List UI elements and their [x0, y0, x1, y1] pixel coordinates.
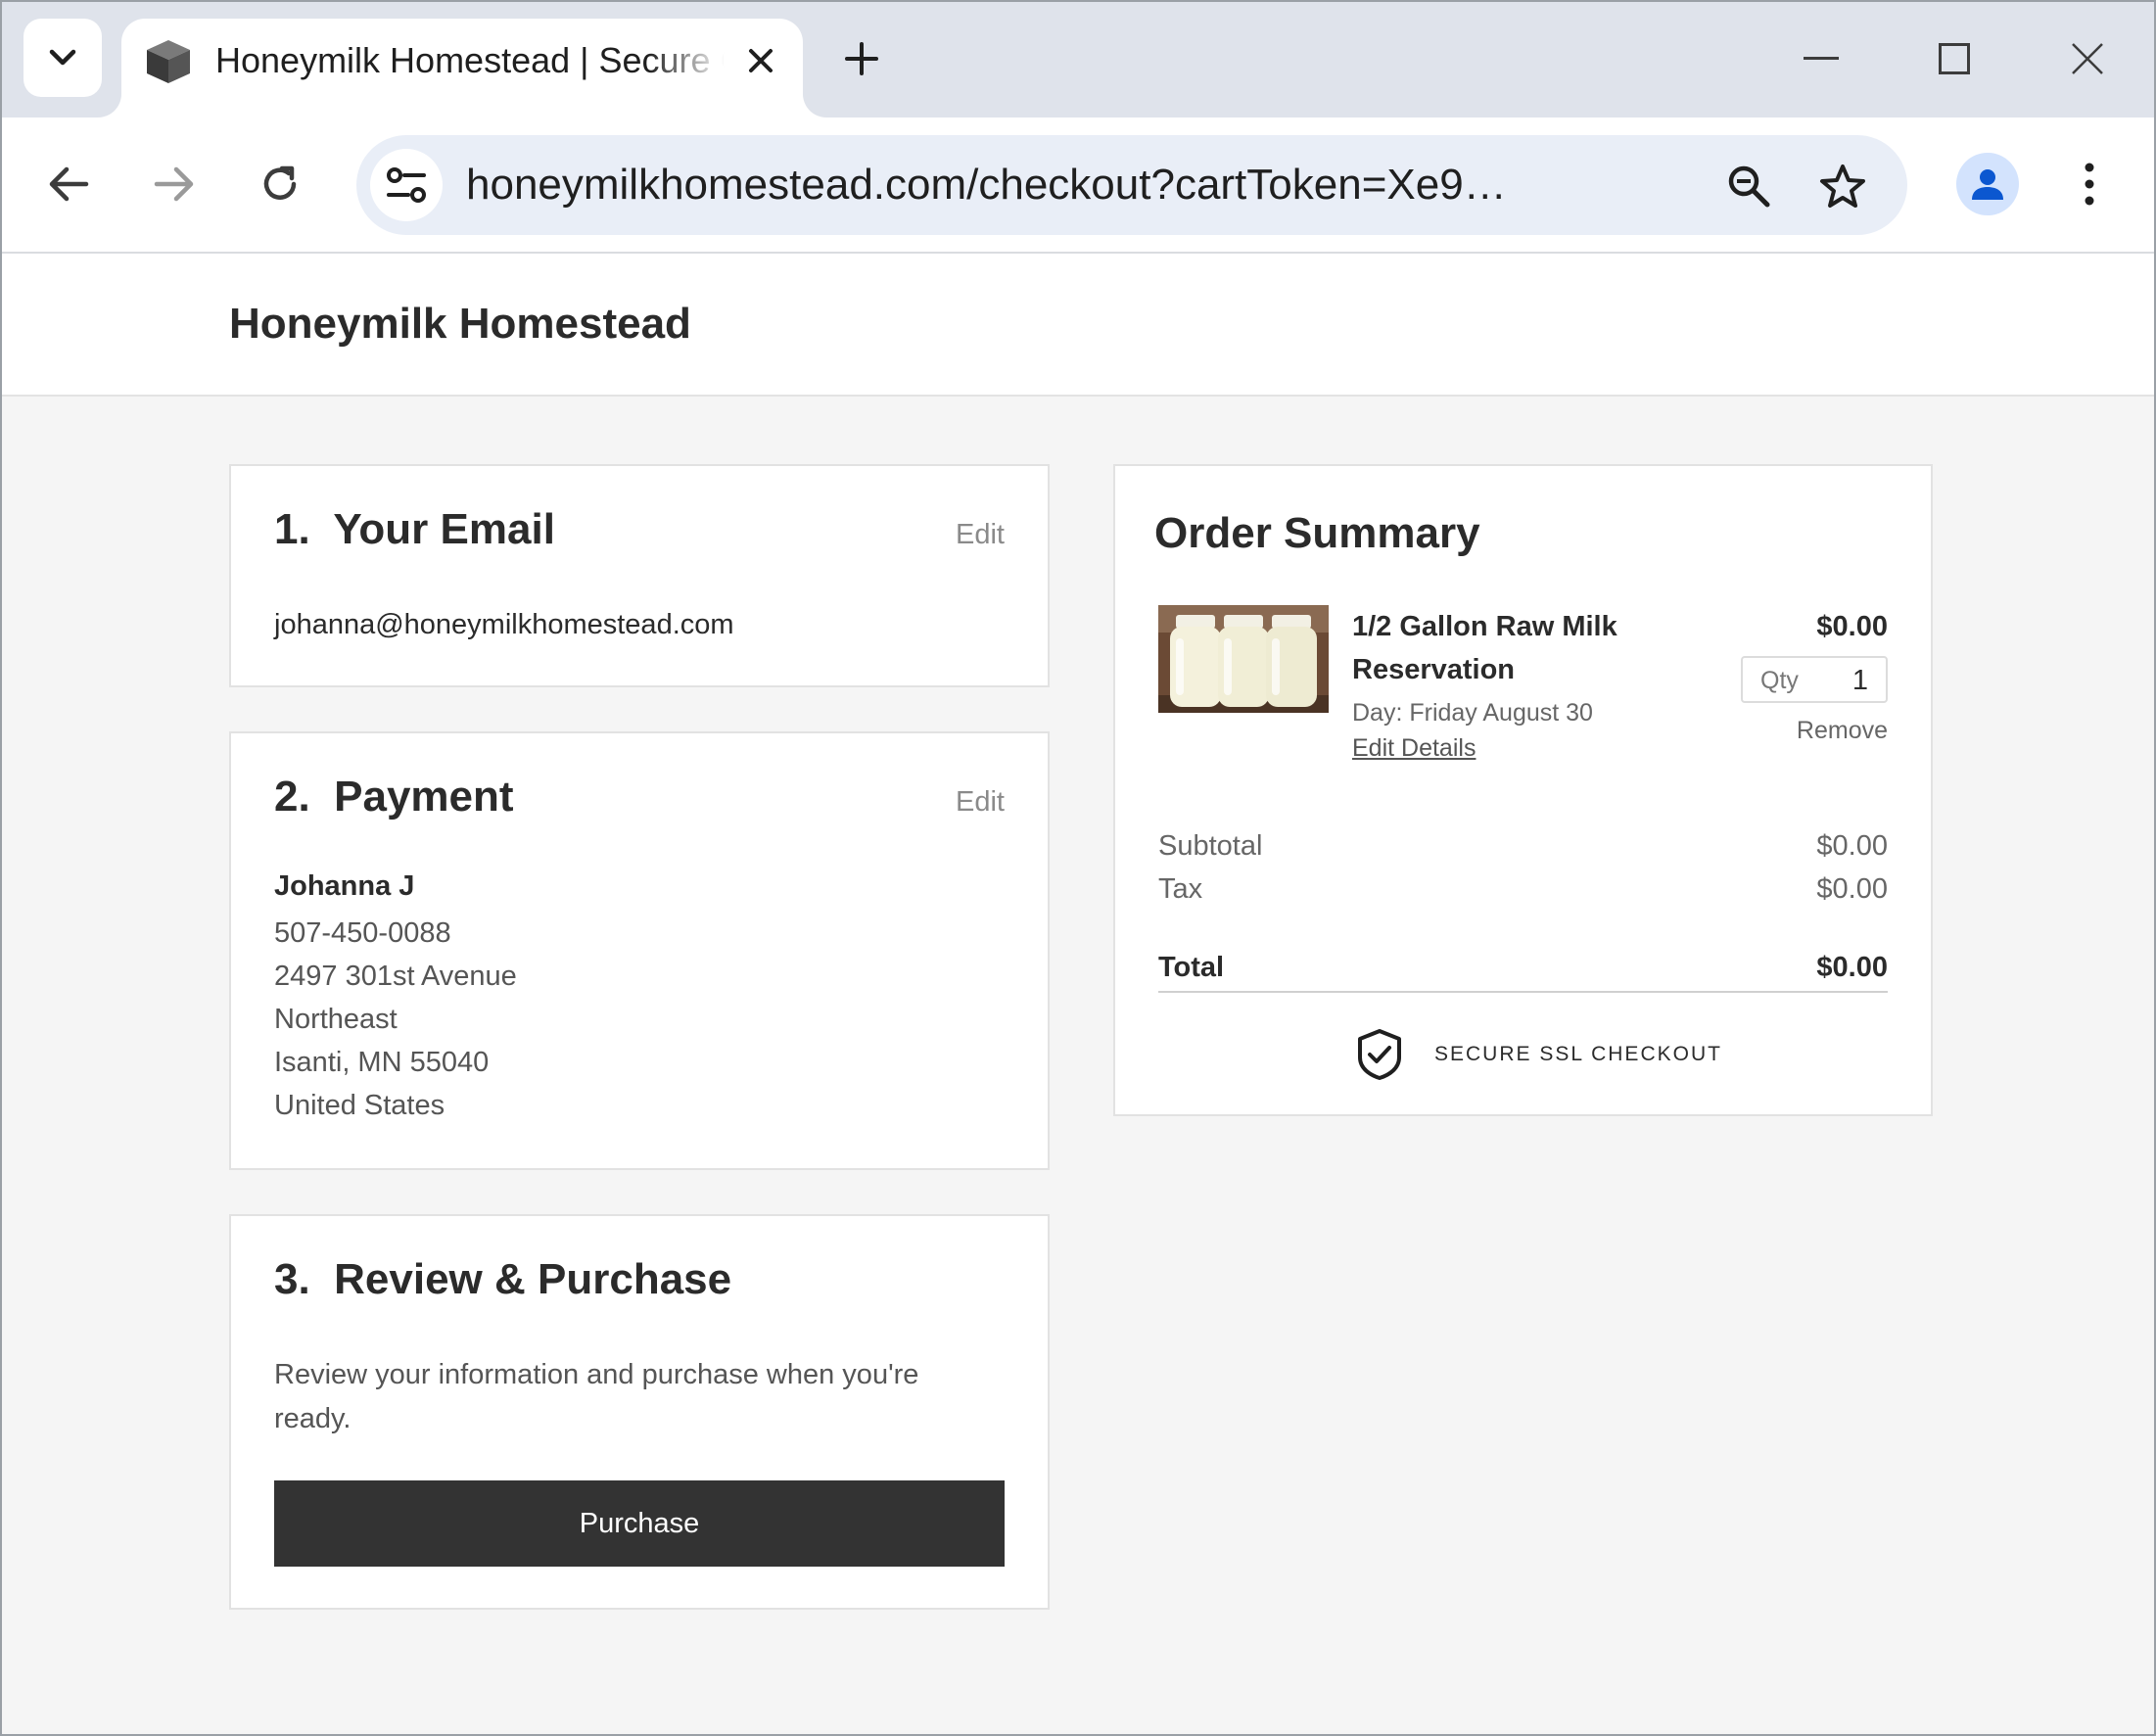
- payment-name: Johanna J: [274, 870, 415, 902]
- payment-section: 2. Payment Edit Johanna J 507-450-0088 2…: [229, 731, 1050, 1170]
- shield-check-icon: [1358, 1029, 1401, 1080]
- site-header: Honeymilk Homestead: [2, 254, 2154, 397]
- back-button[interactable]: [37, 153, 100, 215]
- active-tab[interactable]: Honeymilk Homestead | Secure Checkout: [121, 19, 803, 117]
- profile-button[interactable]: [1956, 153, 2019, 215]
- edit-details-link[interactable]: Edit Details: [1352, 732, 1476, 764]
- payment-edit-link[interactable]: Edit: [956, 784, 1005, 820]
- zoom-icon: [1728, 165, 1770, 208]
- quantity-value[interactable]: 1: [1852, 664, 1868, 697]
- tax-value: $0.00: [1816, 873, 1888, 905]
- payment-city-state-zip: Isanti, MN 55040: [274, 1047, 490, 1078]
- tax-label: Tax: [1158, 873, 1203, 905]
- tab-search-button[interactable]: [23, 19, 102, 97]
- product-name: 1/2 Gallon Raw Milk Reservation: [1352, 611, 1617, 685]
- browser-menu-button[interactable]: [2062, 153, 2117, 215]
- order-summary-title: Order Summary: [1154, 509, 1480, 557]
- reload-button[interactable]: [249, 153, 311, 215]
- minimize-icon: [1804, 57, 1839, 60]
- subtotal-value: $0.00: [1816, 830, 1888, 862]
- maximize-icon: [1939, 43, 1970, 74]
- url-text[interactable]: honeymilkhomestead.com/checkout?cartToke…: [466, 159, 1533, 211]
- payment-phone: 507-450-0088: [274, 917, 451, 949]
- subtotal-label: Subtotal: [1158, 830, 1263, 862]
- reload-icon: [263, 165, 297, 200]
- total-label: Total: [1158, 952, 1225, 983]
- site-name[interactable]: Honeymilk Homestead: [229, 297, 691, 352]
- avatar-icon: [1972, 169, 2003, 200]
- cube-favicon-icon: [147, 40, 190, 83]
- review-section: 3. Review & Purchase Review your informa…: [229, 1214, 1050, 1610]
- email-value: johanna@honeymilkhomestead.com: [274, 609, 734, 640]
- site-info-button[interactable]: [370, 149, 443, 221]
- payment-address-line-2: Northeast: [274, 1004, 398, 1035]
- minimize-button[interactable]: [1782, 22, 1860, 96]
- email-edit-link[interactable]: Edit: [956, 517, 1005, 552]
- payment-address-line-1: 2497 301st Avenue: [274, 961, 517, 992]
- arrow-left-icon: [49, 166, 89, 202]
- arrow-right-icon: [154, 166, 194, 202]
- review-section-title: 3. Review & Purchase: [274, 1255, 732, 1303]
- maximize-button[interactable]: [1915, 22, 1993, 96]
- zoom-button[interactable]: [1721, 159, 1776, 213]
- tune-icon: [387, 167, 426, 203]
- quantity-field[interactable]: Qty 1: [1741, 656, 1888, 703]
- forward-button[interactable]: [143, 153, 206, 215]
- product-day: Day: Friday August 30: [1352, 699, 1593, 727]
- browser-toolbar: honeymilkhomestead.com/checkout?cartToke…: [2, 117, 2154, 254]
- window-close-button[interactable]: [2048, 22, 2127, 96]
- close-icon: [2072, 43, 2103, 74]
- plus-icon: [845, 42, 878, 75]
- more-vertical-icon: [2085, 163, 2094, 206]
- secure-checkout-label: SECURE SSL CHECKOUT: [1434, 1043, 1722, 1065]
- total-value: $0.00: [1816, 952, 1888, 983]
- close-icon: [749, 49, 773, 72]
- bookmark-button[interactable]: [1815, 159, 1870, 213]
- new-tab-button[interactable]: [834, 31, 889, 86]
- total-divider: [1158, 991, 1888, 993]
- order-summary: Order Summary 1/2 Gallon Raw Milk Reserv: [1113, 464, 1933, 1116]
- address-bar[interactable]: honeymilkhomestead.com/checkout?cartToke…: [356, 135, 1907, 235]
- email-section-title: 1. Your Email: [274, 505, 555, 553]
- star-icon: [1820, 164, 1865, 208]
- product-price: $0.00: [1816, 611, 1888, 642]
- browser-window: Honeymilk Homestead | Secure Checkout: [0, 0, 2156, 1736]
- remove-link[interactable]: Remove: [1797, 715, 1888, 746]
- purchase-button[interactable]: Purchase: [274, 1480, 1005, 1567]
- tab-close-button[interactable]: [736, 36, 785, 85]
- quantity-label: Qty: [1760, 667, 1799, 694]
- payment-country: United States: [274, 1090, 445, 1121]
- payment-section-title: 2. Payment: [274, 773, 514, 821]
- milk-jars-image: [1158, 605, 1329, 713]
- chevron-down-icon: [49, 49, 76, 66]
- tab-strip: Honeymilk Homestead | Secure Checkout: [2, 2, 2154, 117]
- tab-title: Honeymilk Homestead | Secure Checkout: [215, 40, 725, 80]
- email-section: 1. Your Email Edit johanna@honeymilkhome…: [229, 464, 1050, 687]
- review-description: Review your information and purchase whe…: [274, 1359, 919, 1434]
